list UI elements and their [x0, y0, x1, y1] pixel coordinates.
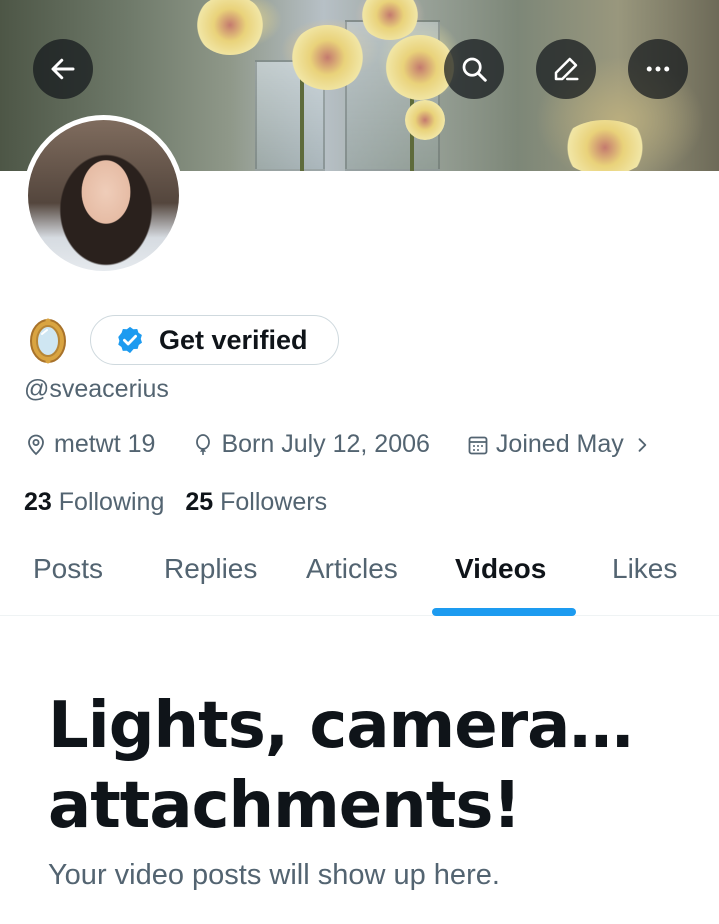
edit-button[interactable] — [536, 39, 596, 99]
joined-text: Joined May — [495, 430, 624, 458]
back-button[interactable] — [33, 39, 93, 99]
calendar-icon — [468, 436, 488, 454]
following-count: 23 — [24, 488, 52, 516]
joined-item[interactable]: Joined May — [466, 430, 652, 459]
search-icon — [462, 57, 487, 82]
profile-handle: @sveacerius — [24, 375, 169, 403]
banner-flower — [195, 0, 265, 55]
empty-state-title: Lights, camera… attachments! — [48, 686, 633, 846]
birthday-item: Born July 12, 2006 — [191, 430, 430, 459]
search-button[interactable] — [444, 39, 504, 99]
get-verified-label: Get verified — [159, 324, 308, 355]
birthday-text: Born July 12, 2006 — [221, 430, 430, 458]
more-horizontal-icon — [646, 66, 670, 72]
empty-state-title-line1: Lights, camera… — [48, 689, 633, 763]
follow-stats: 23 Following 25 Followers — [24, 488, 327, 517]
profile-tabs: Posts Replies Articles Videos Likes — [0, 538, 719, 616]
verified-badge-icon — [118, 326, 142, 354]
banner-flower — [290, 25, 365, 90]
get-verified-button[interactable]: Get verified — [90, 315, 339, 365]
empty-state-title-line2: attachments! — [48, 769, 522, 843]
followers-count: 25 — [185, 488, 214, 516]
following-label: Following — [58, 488, 165, 516]
tab-replies[interactable]: Replies — [164, 553, 257, 585]
location-text: metwt 19 — [54, 430, 156, 458]
mirror-icon — [30, 318, 66, 364]
more-button[interactable] — [628, 39, 688, 99]
tab-videos[interactable]: Videos — [455, 553, 546, 585]
balloon-icon — [196, 433, 211, 455]
tab-posts[interactable]: Posts — [33, 553, 103, 585]
profile-avatar[interactable] — [23, 115, 184, 276]
pencil-icon — [554, 57, 579, 81]
chevron-right-icon — [638, 437, 647, 452]
banner-flower — [560, 120, 650, 171]
profile-meta: metwt 19 Born July 12, 2006 Joined May — [24, 430, 652, 459]
tab-articles[interactable]: Articles — [306, 553, 398, 585]
following-link[interactable]: 23 Following — [24, 488, 164, 516]
location-pin-icon — [28, 434, 44, 455]
active-tab-indicator — [432, 608, 576, 616]
tab-likes[interactable]: Likes — [612, 553, 677, 585]
location-item: metwt 19 — [24, 430, 155, 459]
banner-flower — [405, 100, 445, 140]
followers-link[interactable]: 25 Followers — [185, 488, 327, 516]
followers-label: Followers — [220, 488, 328, 516]
arrow-left-icon — [51, 58, 75, 80]
empty-state-subtitle: Your video posts will show up here. — [48, 859, 500, 891]
